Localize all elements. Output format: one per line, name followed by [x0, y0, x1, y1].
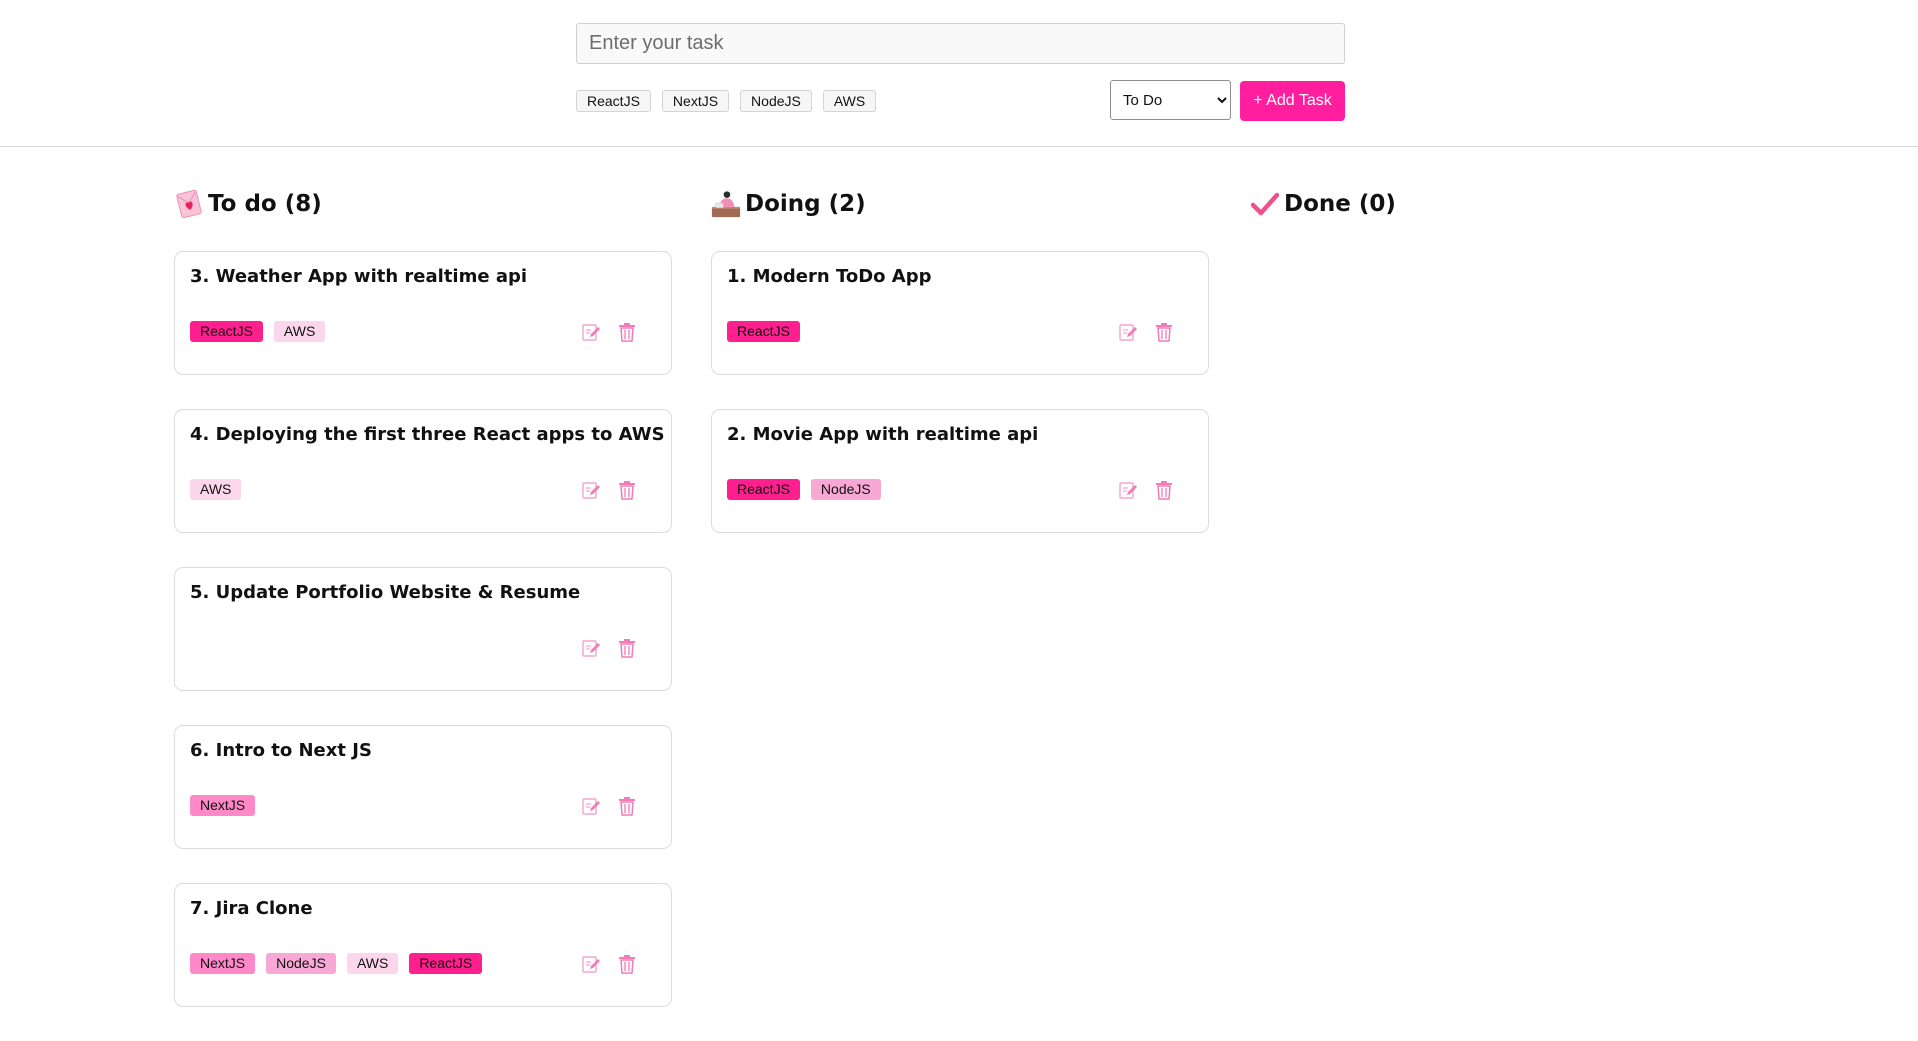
tag-reactjs: ReactJS — [190, 321, 263, 342]
task-card[interactable]: 6. Intro to Next JS NextJS — [174, 725, 672, 849]
edit-icon[interactable] — [1117, 479, 1139, 501]
card-actions — [580, 321, 638, 343]
tag-reactjs: ReactJS — [727, 321, 800, 342]
task-input[interactable] — [576, 23, 1345, 64]
column-done: Done (0) — [1250, 183, 1750, 251]
tag-reactjs: ReactJS — [409, 953, 483, 974]
edit-icon[interactable] — [580, 321, 602, 343]
task-title: 7. Jira Clone — [190, 898, 313, 919]
tag-nextjs: NextJS — [190, 953, 256, 974]
task-tags: NextJS NodeJS AWS ReactJS — [190, 953, 483, 974]
trash-icon[interactable] — [616, 795, 638, 817]
trash-icon[interactable] — [616, 637, 638, 659]
column-heading-todo: To do (8) — [174, 183, 674, 225]
column-heading-done: Done (0) — [1250, 183, 1750, 225]
task-card[interactable]: 5. Update Portfolio Website & Resume — [174, 567, 672, 691]
tag-option-nextjs[interactable]: NextJS — [661, 90, 730, 112]
task-form-header: ReactJS NextJS NodeJS AWS To Do + Add Ta… — [0, 0, 1918, 147]
card-actions — [580, 953, 638, 975]
column-doing: Doing (2) 1. Modern ToDo App ReactJS 2. … — [711, 183, 1211, 567]
card-actions — [580, 795, 638, 817]
card-actions — [1117, 479, 1175, 501]
tag-aws: AWS — [273, 321, 326, 342]
check-mark-icon — [1250, 188, 1280, 220]
task-title: 5. Update Portfolio Website & Resume — [190, 582, 581, 603]
card-actions — [1117, 321, 1175, 343]
tag-nextjs: NextJS — [190, 795, 256, 816]
column-title: Done (0) — [1284, 191, 1396, 217]
tag-option-aws[interactable]: AWS — [822, 90, 877, 112]
task-title: 4. Deploying the first three React apps … — [190, 424, 665, 445]
task-tags: AWS — [190, 479, 242, 500]
trash-icon[interactable] — [616, 479, 638, 501]
task-title: 3. Weather App with realtime api — [190, 266, 528, 287]
task-card[interactable]: 2. Movie App with realtime api ReactJS N… — [711, 409, 1209, 533]
tag-nodejs: NodeJS — [810, 479, 881, 500]
task-card[interactable]: 3. Weather App with realtime api ReactJS… — [174, 251, 672, 375]
column-title: To do (8) — [208, 191, 322, 217]
tag-options: ReactJS NextJS NodeJS AWS — [576, 90, 877, 112]
status-select[interactable]: To Do — [1110, 80, 1231, 120]
tag-option-reactjs[interactable]: ReactJS — [576, 90, 651, 112]
trash-icon[interactable] — [616, 321, 638, 343]
task-card[interactable]: 7. Jira Clone NextJS NodeJS AWS ReactJS — [174, 883, 672, 1007]
task-tags: ReactJS — [727, 321, 800, 342]
edit-icon[interactable] — [580, 953, 602, 975]
column-todo: To do (8) 3. Weather App with realtime a… — [174, 183, 674, 1041]
person-at-desk-icon — [711, 188, 741, 220]
edit-icon[interactable] — [1117, 321, 1139, 343]
task-tags: NextJS — [190, 795, 256, 816]
card-actions — [580, 637, 638, 659]
trash-icon[interactable] — [616, 953, 638, 975]
trash-icon[interactable] — [1153, 479, 1175, 501]
card-actions — [580, 479, 638, 501]
add-task-button[interactable]: + Add Task — [1240, 81, 1345, 121]
tag-option-nodejs[interactable]: NodeJS — [740, 90, 812, 112]
column-title: Doing (2) — [745, 191, 866, 217]
task-tags: ReactJS AWS — [190, 321, 326, 342]
edit-icon[interactable] — [580, 637, 602, 659]
tag-aws: AWS — [346, 953, 399, 974]
task-title: 6. Intro to Next JS — [190, 740, 372, 761]
tag-aws: AWS — [190, 479, 242, 500]
trash-icon[interactable] — [1153, 321, 1175, 343]
tag-reactjs: ReactJS — [727, 479, 800, 500]
tag-nodejs: NodeJS — [266, 953, 336, 974]
task-title: 2. Movie App with realtime api — [727, 424, 1039, 445]
task-title: 1. Modern ToDo App — [727, 266, 932, 287]
column-heading-doing: Doing (2) — [711, 183, 1211, 225]
task-card[interactable]: 4. Deploying the first three React apps … — [174, 409, 672, 533]
task-tags: ReactJS NodeJS — [727, 479, 881, 500]
edit-icon[interactable] — [580, 795, 602, 817]
task-card[interactable]: 1. Modern ToDo App ReactJS — [711, 251, 1209, 375]
love-letter-icon — [174, 188, 204, 220]
edit-icon[interactable] — [580, 479, 602, 501]
